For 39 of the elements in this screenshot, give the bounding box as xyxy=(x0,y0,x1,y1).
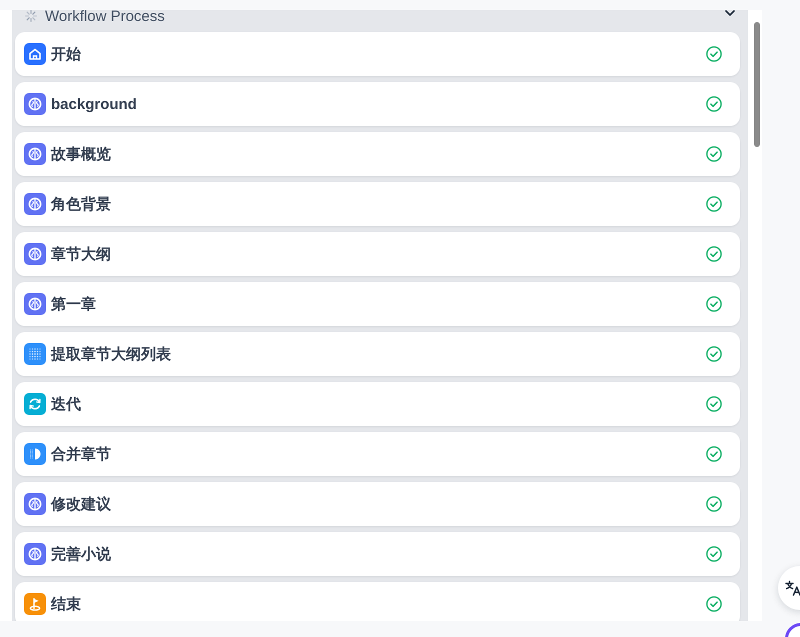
cycle-arrows-icon xyxy=(24,393,46,415)
workflow-title: Workflow Process xyxy=(45,10,166,24)
workflow-node-card[interactable]: background xyxy=(15,82,740,126)
workflow-node-card[interactable]: 开始 xyxy=(15,32,740,76)
node-title: 提取章节大纲列表 xyxy=(51,344,172,364)
workflow-node-card[interactable]: 迭代 xyxy=(15,382,740,426)
translate-icon xyxy=(785,580,800,596)
node-title: 结束 xyxy=(51,594,82,614)
workflow-node-card[interactable]: 完善小说 xyxy=(15,532,740,576)
flag-icon xyxy=(24,593,46,615)
node-title: 迭代 xyxy=(51,394,82,414)
workflow-node-card[interactable]: 章节大纲 xyxy=(15,232,740,276)
chevron-down-icon[interactable] xyxy=(725,10,735,16)
node-title: 开始 xyxy=(51,44,82,64)
workflow-node-card[interactable]: 提取章节大纲列表 xyxy=(15,332,740,376)
brain-icon xyxy=(24,93,46,115)
brain-icon xyxy=(24,293,46,315)
brain-icon xyxy=(24,493,46,515)
workflow-node-card[interactable]: 合并章节 xyxy=(15,432,740,476)
node-title: 章节大纲 xyxy=(51,244,112,264)
node-title: 修改建议 xyxy=(51,494,112,514)
brain-icon xyxy=(24,243,46,265)
node-title: 第一章 xyxy=(51,294,97,314)
node-title: background xyxy=(51,96,138,112)
dot-grid-icon xyxy=(24,343,46,365)
brain-icon xyxy=(24,143,46,165)
workflow-node-card[interactable]: 角色背景 xyxy=(15,182,740,226)
workflow-node-card[interactable]: 故事概览 xyxy=(15,132,740,176)
brain-icon xyxy=(24,543,46,565)
node-title: 故事概览 xyxy=(51,144,112,164)
home-icon xyxy=(24,43,46,65)
node-title: 完善小说 xyxy=(51,544,112,564)
workflow-node-card[interactable]: 结束 xyxy=(15,582,740,621)
workflow-node-card[interactable]: 第一章 xyxy=(15,282,740,326)
node-title: 角色背景 xyxy=(51,194,112,214)
brain-icon xyxy=(24,193,46,215)
workflow-node-card[interactable]: 修改建议 xyxy=(15,482,740,526)
node-title: 合并章节 xyxy=(51,444,112,464)
scrollbar-thumb[interactable] xyxy=(754,22,760,147)
